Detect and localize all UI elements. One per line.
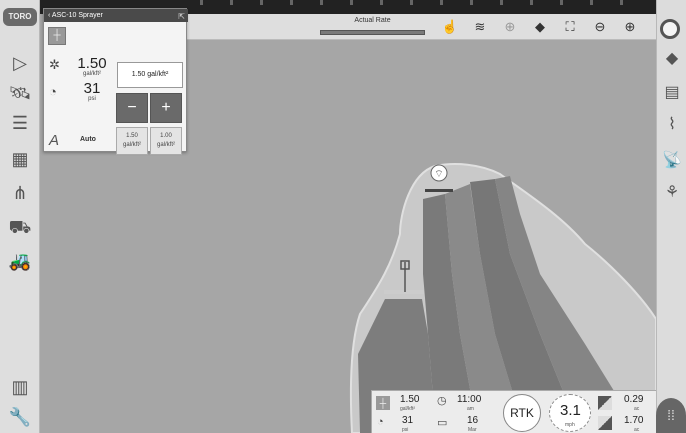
preset-rate-1-value: 1.50 <box>126 133 138 139</box>
right-toolbar: ◆ ▤ ⌇ 📡 ⚘ <box>656 0 686 433</box>
zoom-out-icon[interactable]: ⊖ <box>591 18 609 36</box>
area-applied-unit: ac <box>634 406 640 412</box>
status-panel: ┼ 1.50 gal/kft² ◔ 31 psi ◷ 11:00 am ▭ 16… <box>371 390 656 433</box>
status-rate-unit: gal/kft² <box>400 406 416 412</box>
rate-value: 1.50 <box>77 55 107 72</box>
panel-header[interactable]: ‹ ASC-10 Sprayer ⇱ <box>44 9 188 22</box>
preset-rate-2-value: 1.00 <box>160 133 172 139</box>
sprayer-screen: ⌔ Actual Rate ☝ ≋ ⊕ ◆ ⛶ ⊖ ⊕ TORO ▷ 🛰 ☰ ▦… <box>0 0 686 433</box>
steering-icon[interactable]: ⌇ <box>660 114 684 136</box>
tractor-icon[interactable]: 🚜 <box>6 250 34 272</box>
gps-antenna-icon[interactable]: 📡 <box>660 150 684 172</box>
wrench-icon[interactable]: 🔧 <box>6 406 34 428</box>
guidance-arrow-icon[interactable]: ▷ <box>6 52 34 74</box>
boom-sections-icon[interactable]: ⋔ <box>6 182 34 204</box>
target-icon[interactable]: ⊕ <box>501 18 519 36</box>
pressure-gauge-icon: ◔ <box>377 416 384 428</box>
brand-logo: TORO <box>3 8 37 26</box>
eraser-icon[interactable]: ◆ <box>660 48 684 70</box>
calculator-icon[interactable]: ▦ <box>6 148 34 170</box>
area-applied-icon <box>598 396 612 410</box>
fit-view-icon[interactable]: ⛶ <box>561 18 579 36</box>
layers-icon[interactable]: ◆ <box>531 18 549 36</box>
actual-rate-bar <box>320 30 425 35</box>
area-total-icon <box>598 416 612 430</box>
boom-toggle-button[interactable]: ┼ <box>48 27 66 45</box>
increase-rate-button[interactable]: + <box>150 93 182 123</box>
status-time-unit: am <box>467 406 474 412</box>
chart-icon[interactable]: ▤ <box>660 82 684 104</box>
record-button[interactable] <box>660 19 680 39</box>
auto-mode-label[interactable]: Auto <box>80 136 96 143</box>
implement-boom-marker <box>384 290 424 294</box>
panel-title: ASC-10 Sprayer <box>51 12 103 19</box>
actual-rate-indicator: Actual Rate <box>320 17 425 37</box>
auto-mode-icon[interactable]: A <box>49 132 59 149</box>
clock-icon: ◷ <box>437 395 447 407</box>
area-total-value: 1.70 <box>624 415 644 426</box>
expand-icon[interactable]: ⇱ <box>178 10 185 23</box>
sprayer-panel: ‹ ASC-10 Sprayer ⇱ ┼ ✲ 1.50 gal/kft² ◔ 3… <box>43 8 188 155</box>
pressure-unit: psi <box>88 96 96 102</box>
status-pressure-value: 31 <box>402 415 414 426</box>
pressure-value: 31 <box>83 80 101 97</box>
rtk-badge[interactable]: RTK <box>503 394 541 432</box>
wifi-icon: ⌔ <box>434 169 443 180</box>
layers-list-icon[interactable]: ☰ <box>6 112 34 134</box>
status-date-unit: Mar <box>468 427 477 433</box>
back-chevron-icon[interactable]: ‹ <box>48 12 50 19</box>
section-control-button[interactable]: ⁞⁞ <box>656 398 686 433</box>
calendar-icon: ▭ <box>437 417 448 429</box>
satellite-icon[interactable]: 🛰 <box>6 82 34 104</box>
implement-icon[interactable]: ⚘ <box>660 182 684 204</box>
status-rate-value: 1.50 <box>400 394 420 405</box>
zoom-in-icon[interactable]: ⊕ <box>621 18 639 36</box>
pressure-gauge-icon: ◔ <box>49 84 57 99</box>
status-time-value: 11:00 <box>457 394 482 405</box>
preset-rate-1-button[interactable]: 1.50 gal/kft² <box>116 127 148 155</box>
preset-rate-1-unit: gal/kft² <box>122 142 141 148</box>
speed-gauge: 3.1 mph <box>549 394 591 432</box>
speed-value: 3.1 <box>560 402 581 419</box>
rate-unit: gal/kft² <box>82 71 101 77</box>
field-lines-icon[interactable]: ≋ <box>471 18 489 36</box>
second-boom-marker <box>425 189 453 192</box>
actual-rate-label: Actual Rate <box>354 17 391 24</box>
area-applied-value: 0.29 <box>624 394 644 405</box>
preset-rate-2-unit: gal/kft² <box>156 142 175 148</box>
boom-status-icon: ┼ <box>376 396 390 410</box>
spray-nozzle-icon: ✲ <box>49 57 60 72</box>
status-pressure-unit: psi <box>402 427 409 433</box>
files-icon[interactable]: ▥ <box>6 376 34 398</box>
hand-icon[interactable]: ☝ <box>441 18 459 36</box>
status-date-value: 16 <box>467 415 479 426</box>
area-total-unit: ac <box>634 427 640 433</box>
sprayer-truck-icon[interactable]: ⛟ <box>6 216 34 238</box>
target-rate-field[interactable]: 1.50 gal/kft² <box>117 62 183 88</box>
speed-unit: mph <box>565 422 575 428</box>
decrease-rate-button[interactable]: − <box>116 93 148 123</box>
preset-rate-2-button[interactable]: 1.00 gal/kft² <box>150 127 182 155</box>
left-toolbar: TORO ▷ 🛰 ☰ ▦ ⋔ ⛟ 🚜 ▥ 🔧 <box>0 0 40 433</box>
map-toolbar: Actual Rate ☝ ≋ ⊕ ◆ ⛶ ⊖ ⊕ <box>185 14 656 40</box>
